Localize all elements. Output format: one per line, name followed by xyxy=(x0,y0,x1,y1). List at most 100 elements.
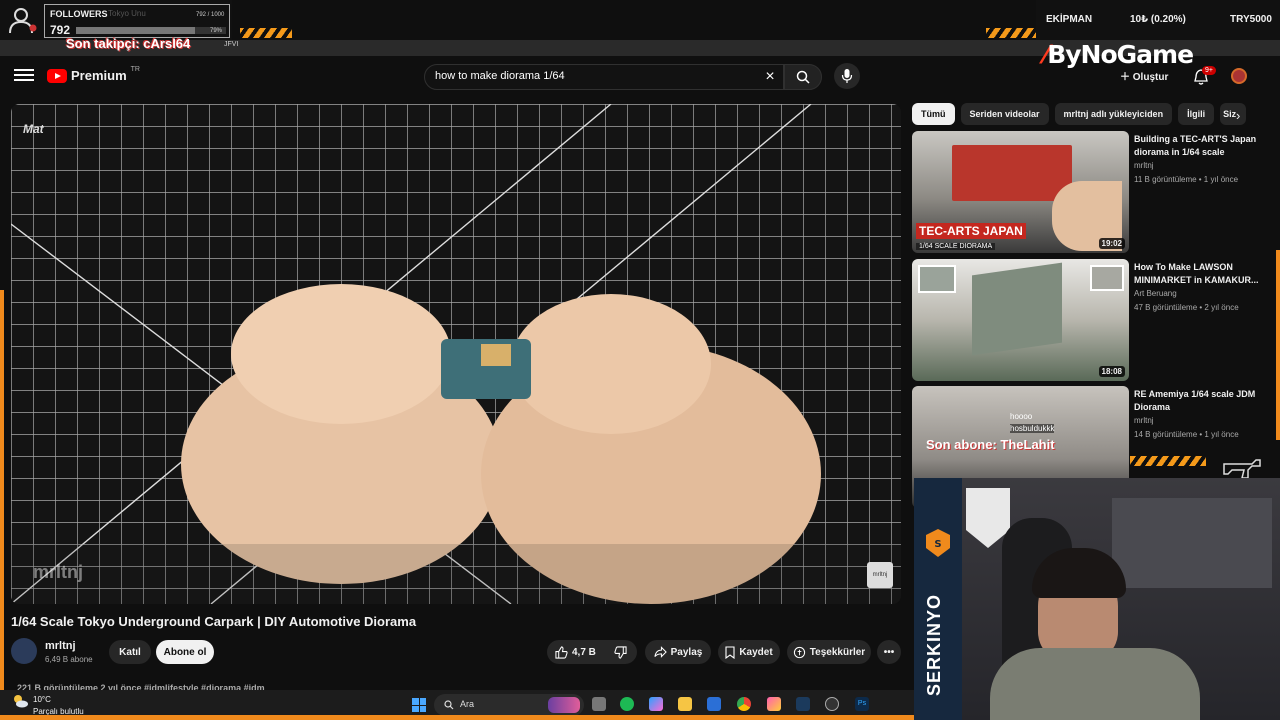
cutting-mat-grid xyxy=(11,104,901,604)
share-icon xyxy=(654,646,667,658)
recommendation-item[interactable]: 18:08 How To Make LAWSON MINIMARKET in K… xyxy=(912,259,1272,381)
followers-percent: 79% xyxy=(210,28,223,34)
frame-accent-right xyxy=(1276,250,1280,440)
account-avatar[interactable] xyxy=(1231,68,1247,84)
equipment-value: 10₺ (0.20%) xyxy=(1130,14,1186,25)
file-explorer-icon[interactable] xyxy=(678,697,692,711)
equipment-label: EKİPMAN xyxy=(1046,14,1093,25)
logo-country: TR xyxy=(130,66,140,73)
team-logo-icon: S xyxy=(926,529,950,557)
search-icon xyxy=(444,700,454,710)
hazard-stripes xyxy=(986,28,1038,38)
recommendation-title[interactable]: How To Make LAWSON MINIMARKET in KAMAKUR… xyxy=(1134,261,1268,287)
brand-logo: ⁄ByNoGame xyxy=(1044,40,1194,69)
obs-icon[interactable] xyxy=(825,697,839,711)
partly-cloudy-icon xyxy=(14,695,28,708)
recommendation-channel[interactable]: mrltnj xyxy=(1134,416,1154,425)
chip-related[interactable]: İlgili xyxy=(1178,103,1215,125)
channel-name[interactable]: mrltnj xyxy=(45,640,76,652)
chip-for-you[interactable]: Siz xyxy=(1220,103,1247,125)
like-icon[interactable] xyxy=(555,645,568,659)
subscribe-button[interactable]: Abone ol xyxy=(156,640,214,664)
channel-watermark-logo[interactable]: mrltnj xyxy=(867,562,893,588)
last-subscriber-text: Son abone: TheLahit xyxy=(926,437,1055,452)
followers-progress-track xyxy=(76,27,226,34)
microphone-icon xyxy=(841,69,853,83)
more-actions-button[interactable]: ••• xyxy=(877,640,901,664)
chat-line: hosbuldukkk xyxy=(1010,424,1055,433)
recommendation-stats: 14 B görüntüleme • 1 yıl önce xyxy=(1134,430,1239,439)
youtube-play-icon xyxy=(47,68,67,83)
share-button[interactable]: Paylaş xyxy=(645,640,711,664)
thanks-icon xyxy=(793,646,805,658)
taskbar-search[interactable]: Ara xyxy=(434,694,584,716)
mat-label: Mat xyxy=(23,122,44,136)
join-button[interactable]: Katıl xyxy=(109,640,151,664)
video-duration: 18:08 xyxy=(1098,366,1125,377)
hazard-stripes xyxy=(1130,456,1206,466)
channel-avatar[interactable] xyxy=(11,638,37,664)
recommendation-thumbnail[interactable]: 18:08 xyxy=(912,259,1129,381)
user-add-icon xyxy=(9,8,37,34)
subscriber-count: 6,49 B abone xyxy=(45,655,93,664)
recommendation-stats: 47 B görüntüleme • 2 yıl önce xyxy=(1134,303,1239,312)
inset-image xyxy=(918,265,956,293)
recommendation-title[interactable]: RE Amemiya 1/64 scale JDM Diorama xyxy=(1134,388,1268,414)
recommendation-title[interactable]: Building a TEC-ART'S Japan diorama in 1/… xyxy=(1134,133,1268,159)
followers-goal-widget: FOLLOWERS Tokyo Unu 792 / 1000 792 79% xyxy=(0,0,232,40)
copilot-icon[interactable] xyxy=(649,697,663,711)
followers-ratio: 792 / 1000 xyxy=(196,12,225,18)
voice-search-button[interactable] xyxy=(834,63,860,89)
frame-accent-bottom xyxy=(0,715,915,720)
video-duration: 19:02 xyxy=(1098,238,1125,249)
followers-sublabel: Tokyo Unu xyxy=(108,9,146,18)
search-highlight-image xyxy=(548,697,580,713)
inset-image xyxy=(1090,265,1124,291)
thanks-button[interactable]: Teşekkürler xyxy=(787,640,871,664)
shelf-image xyxy=(1112,498,1272,588)
recommendation-thumbnail[interactable]: TEC-ARTS JAPAN 1/64 SCALE DIORAMA 19:02 xyxy=(912,131,1129,253)
recommendation-channel[interactable]: Art Beruang xyxy=(1134,289,1177,298)
video-player[interactable]: Mat mrltnj mrltnj xyxy=(11,104,901,604)
app-icon[interactable] xyxy=(767,697,781,711)
recommendation-item[interactable]: TEC-ARTS JAPAN 1/64 SCALE DIORAMA 19:02 … xyxy=(912,131,1272,253)
streamer-name: SERKINYO xyxy=(924,593,944,696)
create-button[interactable]: ＋ Oluştur xyxy=(1120,68,1168,83)
search-input[interactable]: how to make diorama 1/64 xyxy=(424,64,784,90)
thumbnail-caption: TEC-ARTS JAPAN xyxy=(916,223,1026,239)
youtube-logo[interactable]: Premium TR xyxy=(47,66,140,83)
chevron-right-icon[interactable]: › xyxy=(1236,108,1240,123)
streamer-name-panel: S SERKINYO xyxy=(914,478,962,720)
search-button[interactable] xyxy=(784,64,822,90)
chip-series[interactable]: Seriden videolar xyxy=(960,103,1049,125)
dislike-icon[interactable] xyxy=(614,645,627,659)
steam-icon[interactable] xyxy=(796,697,810,711)
task-view-icon[interactable] xyxy=(592,697,606,711)
chrome-icon[interactable] xyxy=(737,697,751,711)
spotify-icon[interactable] xyxy=(620,697,634,711)
last-follower-text: Son takipçi: cArsl64 xyxy=(66,36,191,51)
menu-icon[interactable] xyxy=(14,66,34,86)
temperature: 10°C xyxy=(33,695,51,704)
save-button[interactable]: Kaydet xyxy=(718,640,780,664)
strip-text: JFVI xyxy=(224,41,239,48)
chip-all[interactable]: Tümü xyxy=(912,103,955,125)
building-image xyxy=(972,262,1062,356)
chat-line: hoooo xyxy=(1010,412,1033,421)
bookmark-icon xyxy=(725,645,735,659)
like-count[interactable]: 4,7 B xyxy=(572,647,596,658)
streamer-hoodie xyxy=(990,648,1200,720)
equipment-goal-widget: EKİPMAN 10₺ (0.20%) TRY5000 xyxy=(1036,0,1280,40)
video-watermark: mrltnj xyxy=(33,562,84,582)
clear-search-icon[interactable]: × xyxy=(760,64,780,90)
recommendation-stats: 11 B görüntüleme • 1 yıl önce xyxy=(1134,175,1239,184)
frame-accent-left xyxy=(0,290,4,690)
photoshop-icon[interactable]: Ps xyxy=(855,697,869,711)
weather-widget[interactable]: 10°C Parçalı bulutlu xyxy=(12,694,84,716)
chip-uploader[interactable]: mrltnj adlı yükleyiciden xyxy=(1054,103,1173,125)
hazard-stripes xyxy=(240,28,292,38)
store-icon[interactable] xyxy=(707,697,721,711)
share-label: Paylaş xyxy=(670,646,703,658)
windows-start-icon[interactable] xyxy=(412,698,426,712)
recommendation-channel[interactable]: mrltnj xyxy=(1134,161,1154,170)
